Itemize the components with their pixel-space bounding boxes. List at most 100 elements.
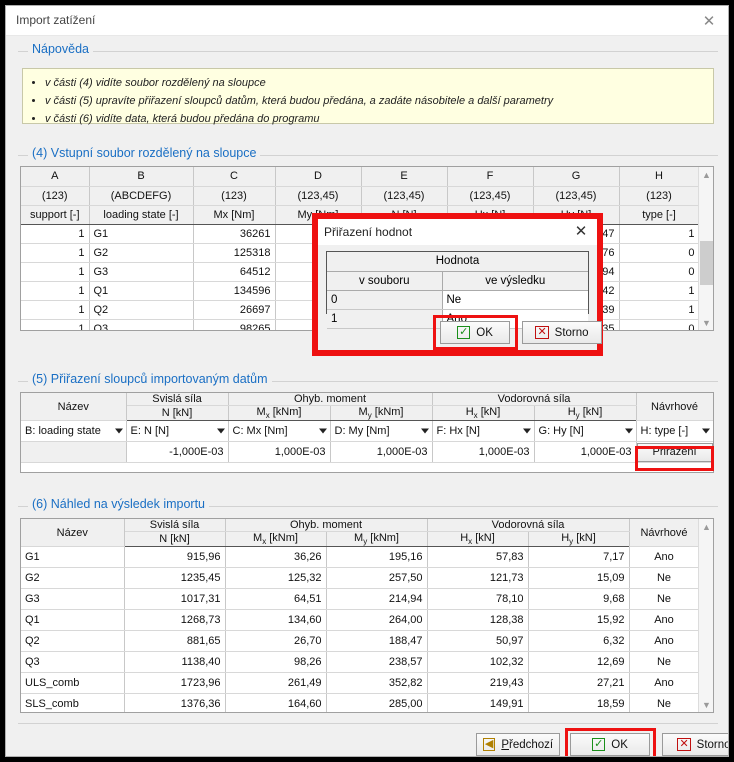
cell[interactable]: Q2 xyxy=(89,300,194,320)
cell-name[interactable]: SLS_comb xyxy=(21,693,125,712)
cell-my[interactable]: 188,47 xyxy=(326,630,428,653)
cell-hx[interactable]: 57,83 xyxy=(427,546,529,569)
cell-name[interactable]: Q1 xyxy=(21,609,125,632)
cell-hx[interactable]: 219,43 xyxy=(427,672,529,695)
cell-hx[interactable]: 121,73 xyxy=(427,567,529,590)
cell-hx[interactable]: 128,38 xyxy=(427,609,529,632)
cell-hy[interactable]: 7,17 xyxy=(528,546,630,569)
cell-design[interactable]: Ano xyxy=(629,546,700,569)
cell[interactable]: Q1 xyxy=(89,281,194,301)
cell[interactable]: Q3 xyxy=(89,319,194,330)
cell-hy[interactable]: 9,68 xyxy=(528,588,630,611)
cell[interactable]: 1 xyxy=(21,224,90,244)
section4-scrollbar[interactable]: ▲ ▼ xyxy=(698,167,713,330)
cell[interactable]: 0 xyxy=(619,319,700,330)
cell-hy[interactable]: 15,92 xyxy=(528,609,630,632)
mapping-dropdown-hy[interactable]: G: Hy [N] xyxy=(534,420,637,443)
chevron-down-icon[interactable] xyxy=(318,428,327,434)
multiplier-n[interactable]: -1,000E-03 xyxy=(126,441,229,464)
previous-button[interactable]: ◀ Předchozí xyxy=(476,733,560,756)
cell[interactable]: G2 xyxy=(89,243,194,263)
chevron-down-icon[interactable] xyxy=(216,428,225,434)
cell-mx[interactable]: 164,60 xyxy=(225,693,327,712)
cell[interactable]: 1 xyxy=(619,281,700,301)
cell[interactable]: 36261 xyxy=(193,224,276,244)
chevron-down-icon[interactable] xyxy=(114,428,123,434)
chevron-down-icon[interactable] xyxy=(420,428,429,434)
chevron-up-icon[interactable]: ▲ xyxy=(699,167,713,182)
cell-name[interactable]: ULS_comb xyxy=(21,672,125,695)
section5-table[interactable]: Název Svislá síla Ohyb. moment Vodorovná… xyxy=(20,392,714,473)
cell[interactable]: 26697 xyxy=(193,300,276,320)
cell-n[interactable]: 915,96 xyxy=(124,546,226,569)
cell-name[interactable]: G1 xyxy=(21,546,125,569)
cell-mx[interactable]: 261,49 xyxy=(225,672,327,695)
cell-mx[interactable]: 64,51 xyxy=(225,588,327,611)
chevron-down-icon[interactable] xyxy=(701,428,710,434)
mapping-dropdown-nazev[interactable]: B: loading state xyxy=(21,420,127,443)
cell-my[interactable]: 264,00 xyxy=(326,609,428,632)
cell-design[interactable]: Ne xyxy=(629,693,700,712)
cell-n[interactable]: 1017,31 xyxy=(124,588,226,611)
cell-my[interactable]: 238,57 xyxy=(326,651,428,674)
cell-hx[interactable]: 149,91 xyxy=(427,693,529,712)
cell-mx[interactable]: 36,26 xyxy=(225,546,327,569)
cell-name[interactable]: G3 xyxy=(21,588,125,611)
cell-n[interactable]: 1138,40 xyxy=(124,651,226,674)
cell[interactable]: 1 xyxy=(619,224,700,244)
cell-my[interactable]: 285,00 xyxy=(326,693,428,712)
cell-hy[interactable]: 6,32 xyxy=(528,630,630,653)
modal-cancel-button[interactable]: ✕ Storno xyxy=(522,321,602,344)
cell[interactable]: 64512 xyxy=(193,262,276,282)
cell-my[interactable]: 257,50 xyxy=(326,567,428,590)
cell-design[interactable]: Ano xyxy=(629,672,700,695)
cell-hy[interactable]: 12,69 xyxy=(528,651,630,674)
mapping-dropdown-type[interactable]: H: type [-] xyxy=(636,420,713,443)
section6-table[interactable]: Název Svislá síla Ohyb. moment Vodorovná… xyxy=(20,518,714,713)
assign-cell[interactable]: Přiřazení xyxy=(636,441,713,464)
value-mapping-table[interactable]: Hodnota v souboru ve výsledku 0 Ne 1 Ano xyxy=(326,251,589,329)
cell[interactable]: 0 xyxy=(619,243,700,263)
cell-n[interactable]: 1723,96 xyxy=(124,672,226,695)
cell-hy[interactable]: 15,09 xyxy=(528,567,630,590)
cell-mx[interactable]: 98,26 xyxy=(225,651,327,674)
cell-mx[interactable]: 134,60 xyxy=(225,609,327,632)
multiplier-hy[interactable]: 1,000E-03 xyxy=(534,441,637,464)
chevron-down-icon[interactable]: ▼ xyxy=(699,697,713,712)
cell[interactable]: 1 xyxy=(21,281,90,301)
mapping-dropdown-mx[interactable]: C: Mx [Nm] xyxy=(228,420,331,443)
cell[interactable]: 134596 xyxy=(193,281,276,301)
footer-cancel-button[interactable]: ✕ Storno xyxy=(662,733,728,756)
chevron-down-icon[interactable] xyxy=(522,428,531,434)
footer-ok-button[interactable]: ✓ OK xyxy=(570,733,650,756)
cell-design[interactable]: Ne xyxy=(629,567,700,590)
close-icon[interactable]: ✕ xyxy=(571,222,591,240)
assign-button[interactable]: Přiřazení xyxy=(636,442,713,462)
cell-hy[interactable]: 18,59 xyxy=(528,693,630,712)
cell-name[interactable]: Q3 xyxy=(21,651,125,674)
cell-hx[interactable]: 78,10 xyxy=(427,588,529,611)
cell-design[interactable]: Ano xyxy=(629,630,700,653)
chevron-down-icon[interactable]: ▼ xyxy=(699,315,713,330)
section6-scrollbar[interactable]: ▲ ▼ xyxy=(698,519,713,712)
cell[interactable]: 0 xyxy=(619,262,700,282)
cell-name[interactable]: Q2 xyxy=(21,630,125,653)
cell-n[interactable]: 1268,73 xyxy=(124,609,226,632)
cell-hx[interactable]: 102,32 xyxy=(427,651,529,674)
cell-design[interactable]: Ano xyxy=(629,609,700,632)
cell-name[interactable]: G2 xyxy=(21,567,125,590)
cell-my[interactable]: 195,16 xyxy=(326,546,428,569)
mapping-dropdown-hx[interactable]: F: Hx [N] xyxy=(432,420,535,443)
cell[interactable]: 1 xyxy=(21,319,90,330)
cell[interactable]: 1 xyxy=(21,262,90,282)
close-icon[interactable]: ✕ xyxy=(696,10,722,32)
cell[interactable]: 1 xyxy=(21,243,90,263)
cell[interactable]: 1 xyxy=(21,300,90,320)
cell-mx[interactable]: 26,70 xyxy=(225,630,327,653)
cell-hx[interactable]: 50,97 xyxy=(427,630,529,653)
cell-n[interactable]: 1235,45 xyxy=(124,567,226,590)
cell[interactable]: 1 xyxy=(619,300,700,320)
multiplier-hx[interactable]: 1,000E-03 xyxy=(432,441,535,464)
result-dropdown[interactable]: Ne xyxy=(441,290,588,310)
cell-n[interactable]: 1376,36 xyxy=(124,693,226,712)
